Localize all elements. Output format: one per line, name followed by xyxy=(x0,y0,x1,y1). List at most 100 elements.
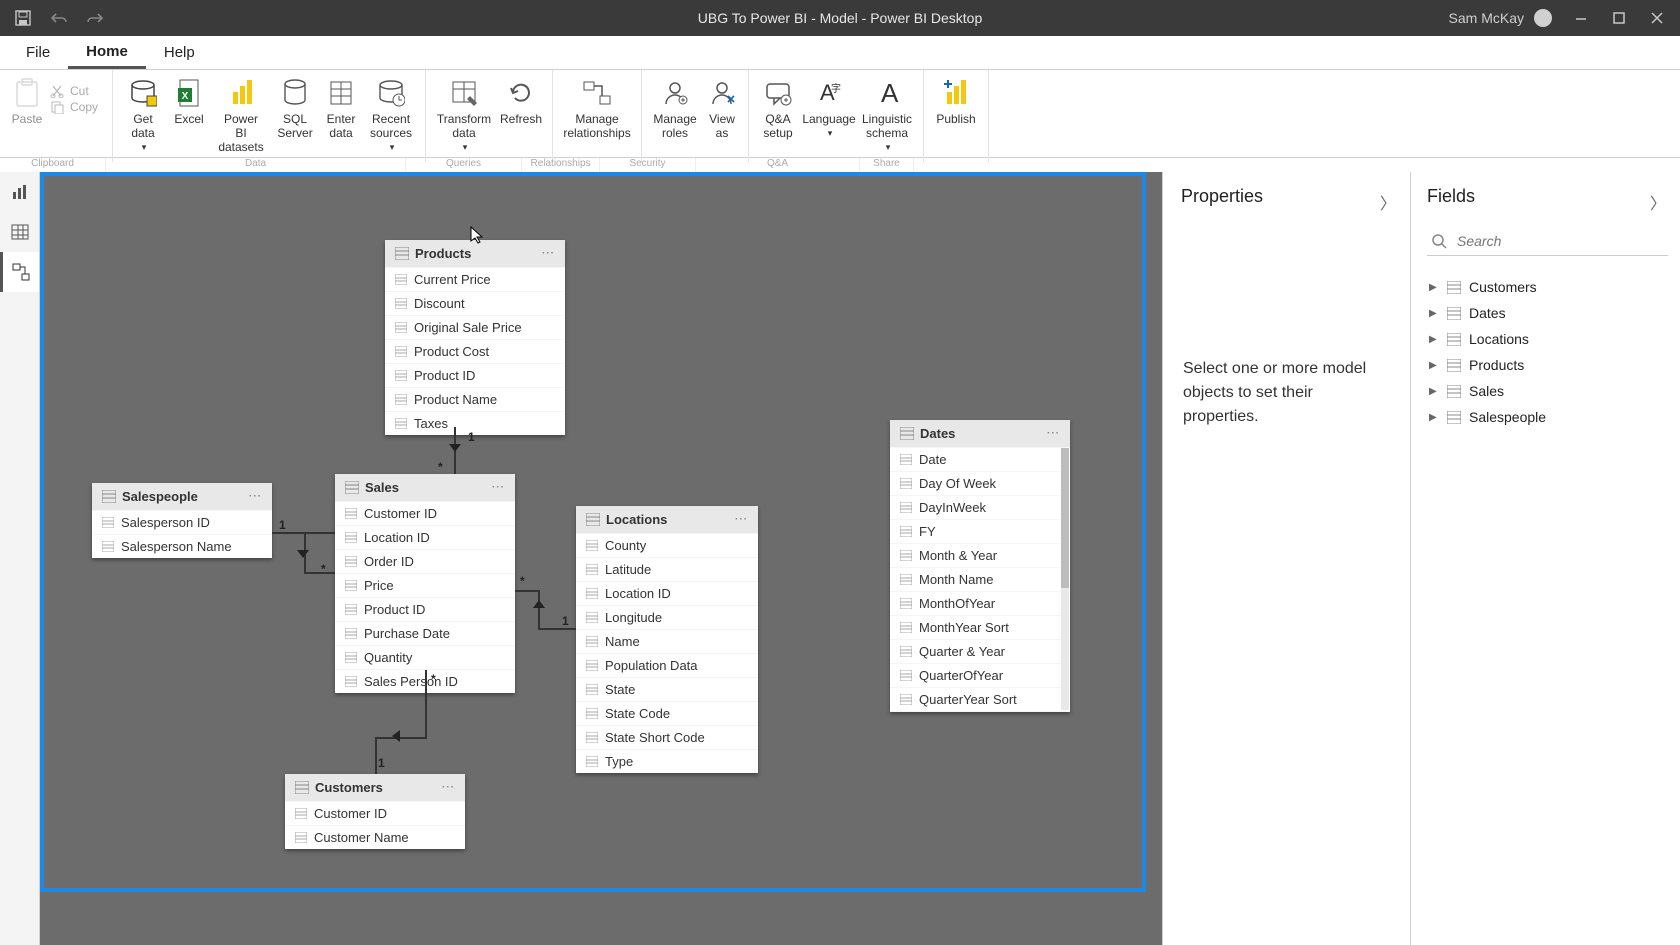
table-field[interactable]: Day Of Week xyxy=(890,471,1070,495)
qa-setup-button[interactable]: Q&A setup xyxy=(755,74,801,162)
linguistic-schema-button[interactable]: ALinguistic schema▾ xyxy=(857,74,917,162)
table-field[interactable]: MonthYear Sort xyxy=(890,615,1070,639)
search-input[interactable] xyxy=(1457,233,1664,249)
relationship-line[interactable] xyxy=(538,628,576,630)
table-field[interactable]: Type xyxy=(576,749,758,773)
enter-data-button[interactable]: Enter data xyxy=(319,74,363,162)
search-input-wrap[interactable] xyxy=(1427,229,1668,256)
relationship-line[interactable] xyxy=(425,670,427,738)
fields-table-row[interactable]: ▶Products xyxy=(1427,352,1668,378)
table-field[interactable]: Population Data xyxy=(576,653,758,677)
tab-home[interactable]: Home xyxy=(68,36,146,69)
fields-table-row[interactable]: ▶Dates xyxy=(1427,300,1668,326)
table-field[interactable]: Product Name xyxy=(385,387,565,411)
table-field[interactable]: Product ID xyxy=(335,597,515,621)
relationship-line[interactable] xyxy=(304,572,335,574)
table-field[interactable]: Purchase Date xyxy=(335,621,515,645)
tab-file[interactable]: File xyxy=(8,36,68,69)
manage-roles-button[interactable]: Manage roles xyxy=(648,74,702,162)
table-field[interactable]: Month Name xyxy=(890,567,1070,591)
model-view-button[interactable] xyxy=(0,252,39,292)
fields-table-row[interactable]: ▶Customers xyxy=(1427,274,1668,300)
table-header[interactable]: Salespeople ··· xyxy=(92,483,272,510)
table-locations[interactable]: Locations ··· CountyLatitudeLocation IDL… xyxy=(576,506,758,773)
data-view-button[interactable] xyxy=(0,212,39,252)
model-canvas[interactable]: Products ··· Current PriceDiscountOrigin… xyxy=(40,172,1162,945)
fields-table-row[interactable]: ▶Salespeople xyxy=(1427,404,1668,430)
relationship-line[interactable] xyxy=(515,590,539,592)
table-field[interactable]: Location ID xyxy=(335,525,515,549)
table-field[interactable]: QuarterOfYear xyxy=(890,663,1070,687)
table-field[interactable]: Name xyxy=(576,629,758,653)
cut-button[interactable]: Cut xyxy=(50,84,98,98)
more-icon[interactable]: ··· xyxy=(249,491,262,502)
table-field[interactable]: Month & Year xyxy=(890,543,1070,567)
expand-icon[interactable]: ▶ xyxy=(1429,334,1439,345)
table-field[interactable]: Location ID xyxy=(576,581,758,605)
manage-relationships-button[interactable]: Manage relationships xyxy=(559,74,635,162)
table-field[interactable]: Current Price xyxy=(385,267,565,291)
table-field[interactable]: Product Cost xyxy=(385,339,565,363)
table-field[interactable]: State Short Code xyxy=(576,725,758,749)
copy-button[interactable]: Copy xyxy=(50,100,98,114)
chevron-right-icon[interactable]: 〉 xyxy=(1380,190,1396,214)
table-salespeople[interactable]: Salespeople ··· Salesperson IDSalesperso… xyxy=(92,483,272,558)
maximize-button[interactable] xyxy=(1610,9,1628,27)
table-field[interactable]: Discount xyxy=(385,291,565,315)
more-icon[interactable]: ··· xyxy=(442,782,455,793)
table-field[interactable]: Product ID xyxy=(385,363,565,387)
table-field[interactable]: Date xyxy=(890,447,1070,471)
relationship-line[interactable] xyxy=(375,737,377,774)
table-field[interactable]: DayInWeek xyxy=(890,495,1070,519)
table-header[interactable]: Customers ··· xyxy=(285,774,465,801)
scrollbar[interactable] xyxy=(1061,448,1069,710)
fields-table-row[interactable]: ▶Sales xyxy=(1427,378,1668,404)
table-field[interactable]: QuarterYear Sort xyxy=(890,687,1070,711)
excel-button[interactable]: XExcel xyxy=(167,74,211,162)
table-field[interactable]: Quantity xyxy=(335,645,515,669)
table-field[interactable]: Longitude xyxy=(576,605,758,629)
table-customers[interactable]: Customers ··· Customer IDCustomer Name xyxy=(285,774,465,849)
recent-sources-button[interactable]: Recent sources▾ xyxy=(363,74,419,162)
table-field[interactable]: State xyxy=(576,677,758,701)
table-field[interactable]: FY xyxy=(890,519,1070,543)
relationship-line[interactable] xyxy=(538,590,540,628)
table-field[interactable]: State Code xyxy=(576,701,758,725)
more-icon[interactable]: ··· xyxy=(735,514,748,525)
fields-table-row[interactable]: ▶Locations xyxy=(1427,326,1668,352)
expand-icon[interactable]: ▶ xyxy=(1429,360,1439,371)
view-as-button[interactable]: View as xyxy=(702,74,742,162)
table-field[interactable]: Customer ID xyxy=(285,801,465,825)
table-field[interactable]: Original Sale Price xyxy=(385,315,565,339)
table-header[interactable]: Sales ··· xyxy=(335,474,515,501)
table-field[interactable]: MonthOfYear xyxy=(890,591,1070,615)
table-products[interactable]: Products ··· Current PriceDiscountOrigin… xyxy=(385,240,565,435)
chevron-right-icon[interactable]: 〉 xyxy=(1650,190,1666,214)
table-sales[interactable]: Sales ··· Customer IDLocation IDOrder ID… xyxy=(335,474,515,693)
get-data-button[interactable]: Get data▾ xyxy=(119,74,167,162)
refresh-button[interactable]: Refresh xyxy=(496,74,546,162)
table-dates[interactable]: Dates ··· DateDay Of WeekDayInWeekFYMont… xyxy=(890,420,1070,712)
more-icon[interactable]: ··· xyxy=(542,248,555,259)
save-icon[interactable] xyxy=(14,9,32,27)
expand-icon[interactable]: ▶ xyxy=(1429,412,1439,423)
transform-data-button[interactable]: Transform data▾ xyxy=(432,74,496,162)
table-header[interactable]: Locations ··· xyxy=(576,506,758,533)
table-field[interactable]: Price xyxy=(335,573,515,597)
user-account[interactable]: Sam McKay xyxy=(1449,9,1552,27)
paste-button[interactable]: Paste xyxy=(6,74,48,162)
expand-icon[interactable]: ▶ xyxy=(1429,282,1439,293)
more-icon[interactable]: ··· xyxy=(1047,428,1060,439)
more-icon[interactable]: ··· xyxy=(492,482,505,493)
redo-icon[interactable] xyxy=(86,9,104,27)
table-header[interactable]: Products ··· xyxy=(385,240,565,267)
pbi-datasets-button[interactable]: Power BI datasets xyxy=(211,74,271,162)
report-view-button[interactable] xyxy=(0,172,39,212)
undo-icon[interactable] xyxy=(50,9,68,27)
relationship-line[interactable] xyxy=(375,737,427,739)
table-field[interactable]: Salesperson ID xyxy=(92,510,272,534)
table-field[interactable]: Customer Name xyxy=(285,825,465,849)
expand-icon[interactable]: ▶ xyxy=(1429,308,1439,319)
sql-server-button[interactable]: SQL Server xyxy=(271,74,319,162)
publish-button[interactable]: Publish xyxy=(930,74,982,162)
